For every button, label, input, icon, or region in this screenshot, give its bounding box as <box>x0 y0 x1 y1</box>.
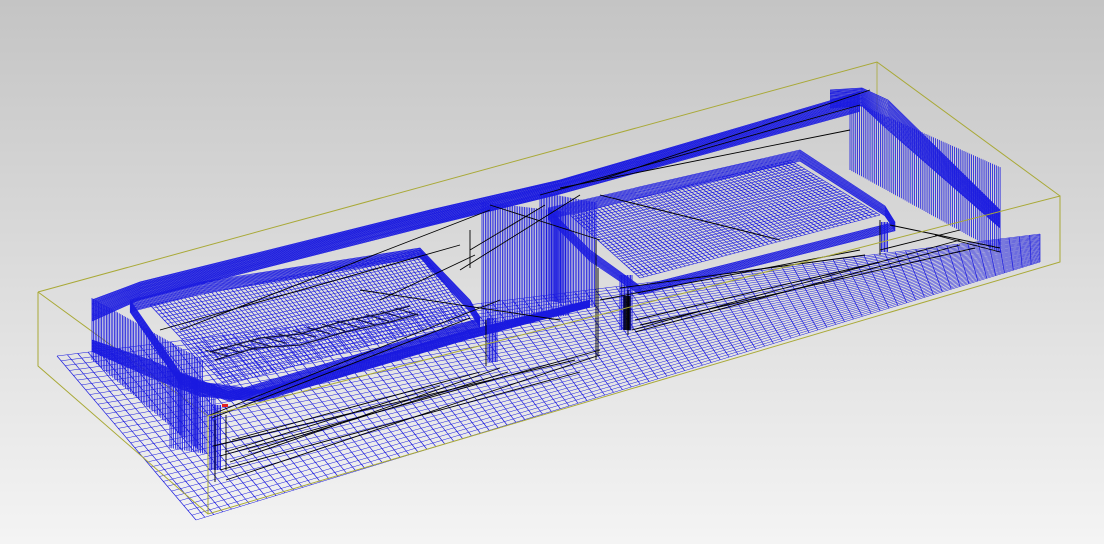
plunge-start-marker-icon <box>222 404 228 407</box>
toolpath-wireframe-scene[interactable] <box>0 0 1104 544</box>
cam-3d-viewport[interactable] <box>0 0 1104 544</box>
plunge-markers <box>222 404 228 407</box>
